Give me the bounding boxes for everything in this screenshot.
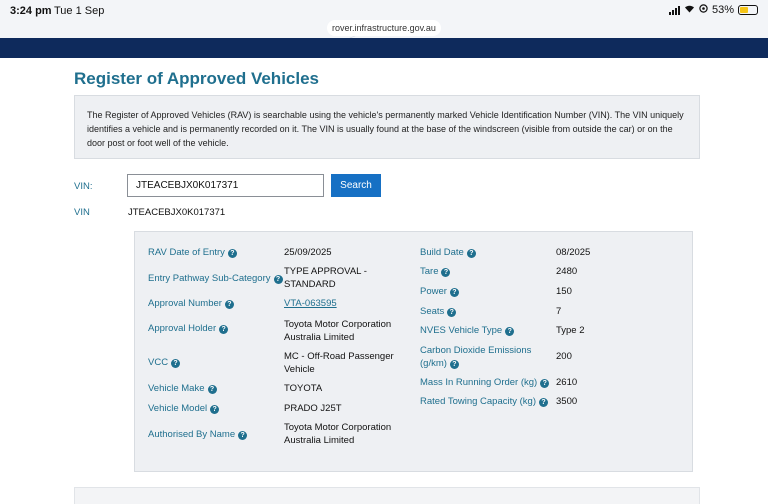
header-navy-strip [0, 38, 768, 58]
build-date-label: Build Date? [420, 246, 476, 259]
intro-text: The Register of Approved Vehicles (RAV) … [87, 110, 684, 148]
build-date-value: 08/2025 [556, 247, 591, 258]
entry-pathway-label: Entry Pathway Sub-Category? [148, 272, 283, 285]
rav-date-label: RAV Date of Entry? [148, 246, 237, 259]
mass-running-order-value: 2610 [556, 377, 578, 388]
search-button[interactable]: Search [331, 174, 381, 197]
help-icon[interactable]: ? [238, 431, 248, 440]
vcc-label: VCC? [148, 356, 181, 369]
vehicle-model-value: PRADO J25T [284, 403, 342, 414]
help-icon[interactable]: ? [539, 398, 548, 407]
towing-capacity-value: 3500 [556, 396, 578, 407]
mass-running-order-label: Mass In Running Order (kg)? [420, 376, 550, 389]
signal-icon [668, 5, 680, 15]
help-icon[interactable]: ? [505, 327, 515, 336]
help-icon[interactable]: ? [466, 249, 476, 258]
authorised-by-value: Toyota Motor Corporation Australia Limit… [284, 422, 392, 446]
power-label: Power? [420, 285, 459, 298]
approval-number-label: Approval Number? [148, 297, 234, 310]
location-icon [699, 4, 708, 16]
help-icon[interactable]: ? [447, 308, 457, 317]
help-icon[interactable]: ? [540, 379, 550, 388]
help-icon[interactable]: ? [210, 405, 220, 414]
approval-number-link[interactable]: VTA-063595 [284, 298, 337, 309]
intro-panel: The Register of Approved Vehicles (RAV) … [74, 95, 700, 159]
help-icon[interactable]: ? [219, 325, 229, 334]
page: 3:24 pm Tue 1 Sep 53% rover.infrastructu… [0, 0, 768, 504]
authorised-by-label: Authorised By Name? [148, 428, 248, 441]
site-header: 3:24 pm Tue 1 Sep 53% rover.infrastructu… [0, 0, 768, 58]
page-title: Register of Approved Vehicles [74, 69, 319, 88]
vin-search-input[interactable] [127, 174, 324, 197]
wifi-icon [684, 4, 695, 16]
help-icon[interactable]: ? [227, 249, 237, 258]
co2-label: Carbon Dioxide Emissions (g/km)? [420, 345, 532, 369]
help-icon[interactable]: ? [273, 275, 283, 284]
result-vin-label: VIN [74, 207, 90, 218]
nves-type-value: Type 2 [556, 325, 585, 336]
battery-percent: 53% [711, 4, 734, 16]
vehicle-model-label: Vehicle Model? [148, 402, 220, 415]
address-bar[interactable]: rover.infrastructure.gov.au [327, 20, 441, 36]
help-icon[interactable]: ? [449, 288, 459, 297]
battery-icon [738, 5, 758, 15]
result-vin-value: JTEACEBJX0K017371 [128, 207, 226, 218]
vehicle-make-value: TOYOTA [284, 383, 323, 394]
co2-value: 200 [556, 351, 572, 362]
vcc-value: MC - Off-Road Passenger Vehicle [284, 351, 394, 375]
vin-search-label: VIN: [74, 181, 93, 192]
help-icon[interactable]: ? [207, 385, 217, 394]
address-bar-url: rover.infrastructure.gov.au [332, 23, 436, 33]
approval-holder-value: Toyota Motor Corporation Australia Limit… [284, 319, 392, 343]
next-section-panel [74, 487, 700, 504]
vehicle-details-panel: RAV Date of Entry? 25/09/2025 Entry Path… [134, 231, 693, 472]
nves-type-label: NVES Vehicle Type? [420, 324, 515, 337]
seats-label: Seats? [420, 305, 457, 318]
approval-number-value[interactable]: VTA-063595 [284, 297, 404, 310]
approval-holder-label: Approval Holder? [148, 322, 229, 335]
rav-date-value: 25/09/2025 [284, 247, 332, 258]
seats-value: 7 [556, 306, 562, 317]
status-indicators: 53% [668, 4, 758, 16]
towing-capacity-label: Rated Towing Capacity (kg)? [420, 395, 548, 408]
status-date: Tue 1 Sep [54, 5, 105, 17]
help-icon[interactable]: ? [449, 360, 459, 369]
help-icon[interactable]: ? [224, 300, 234, 309]
tare-value: 2480 [556, 266, 578, 277]
entry-pathway-value: TYPE APPROVAL - STANDARD [284, 266, 367, 290]
help-icon[interactable]: ? [171, 359, 181, 368]
help-icon[interactable]: ? [441, 268, 451, 277]
power-value: 150 [556, 286, 572, 297]
status-time: 3:24 pm [10, 5, 52, 17]
tare-label: Tare? [420, 265, 451, 278]
vehicle-make-label: Vehicle Make? [148, 382, 217, 395]
